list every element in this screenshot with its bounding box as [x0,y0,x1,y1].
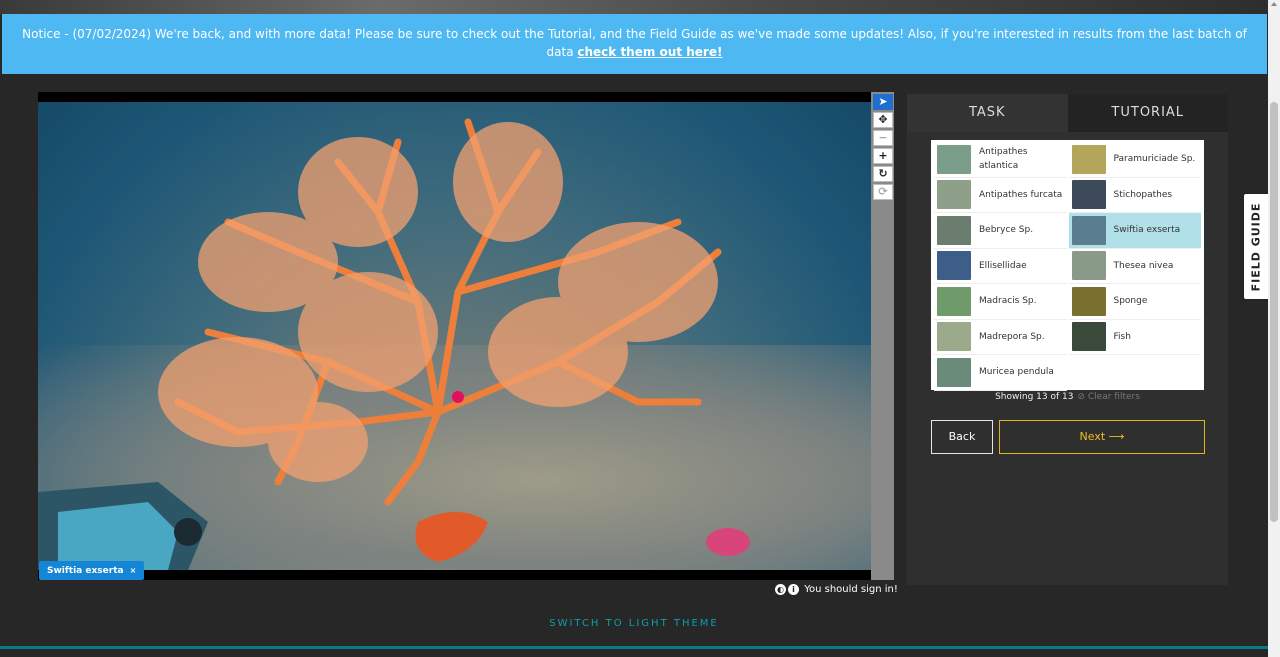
annotation-tag[interactable]: Swiftia exserta × [39,561,145,580]
field-guide-label: FIELD GUIDE [1249,202,1263,291]
tab-tutorial[interactable]: TUTORIAL [1067,94,1228,132]
close-icon[interactable]: × [130,566,137,575]
theme-contrast-icon[interactable]: ◐ [775,583,786,595]
choice-item[interactable]: Paramuriciade Sp. [1068,142,1201,178]
task-panel: TASK TUTORIAL Antipathes atlantica Paramu… [907,94,1228,585]
choice-thumbnail [937,357,971,387]
choice-thumbnail [1071,144,1106,174]
coral-illustration [38,118,750,570]
next-button[interactable]: Next ⟶ [999,420,1205,454]
info-icon[interactable]: i [788,583,799,595]
rotate-icon[interactable]: ↻ [873,166,893,182]
pan-icon[interactable]: ✥ [873,112,893,128]
choice-label: Paramuriciade Sp. [1113,154,1196,165]
species-choices: Antipathes atlantica Paramuriciade Sp. Ant… [931,140,1204,391]
choice-item[interactable]: Madracis Sp. [934,284,1067,320]
choice-thumbnail [937,144,971,174]
showing-text: Showing 13 of 13 [995,392,1074,402]
choice-label: Ellisellidae [979,260,1027,271]
choice-item[interactable]: Antipathes furcata [934,178,1067,213]
theme-switch-button[interactable]: SWITCH TO LIGHT THEME [0,618,1268,629]
scroll-up-icon[interactable] [1271,2,1277,6]
clear-filters-button[interactable]: ⊘ Clear filters [1077,392,1139,402]
notice-banner: Notice - (07/02/2024) We're back, and wi… [2,14,1267,74]
choice-item[interactable]: Bebryce Sp. [934,213,1067,249]
subject-image [38,102,871,570]
tab-task[interactable]: TASK [907,94,1068,132]
choice-thumbnail [1071,322,1106,352]
panel-tabs: TASK TUTORIAL [907,94,1228,132]
field-guide-tab[interactable]: FIELD GUIDE [1244,194,1268,299]
choice-label: Sponge [1113,296,1148,307]
choice-label: Swiftia exserta [1113,225,1181,236]
choice-thumbnail [1071,286,1106,316]
pointer-icon[interactable]: ➤ [873,94,893,110]
choice-item[interactable]: Ellisellidae [934,249,1067,284]
scrollbar-thumb[interactable] [1270,102,1278,522]
choice-label: Muricea pendula [979,367,1054,378]
choice-label: Madrepora Sp. [979,331,1045,342]
footer-divider [0,646,1268,649]
back-button[interactable]: Back [931,420,993,454]
annotation-tag-label: Swiftia exserta [47,566,124,576]
signin-notice: ◐ i You should sign in! [775,583,900,597]
choice-thumbnail [937,251,971,281]
page-header-strip [0,0,1268,14]
choice-item[interactable]: Sponge [1068,284,1201,320]
choice-thumbnail [1071,215,1106,245]
choice-label: Stichopathes [1113,189,1173,200]
page-scrollbar[interactable] [1268,0,1280,657]
choice-item[interactable]: Antipathes atlantica [934,142,1067,178]
choice-thumbnail [1071,251,1106,281]
choice-item[interactable]: Muricea pendula [934,355,1067,391]
zoom-in-icon[interactable]: + [873,148,893,164]
choice-label: Madracis Sp. [979,296,1037,307]
choice-label: Fish [1113,331,1131,342]
signin-text: You should sign in! [804,584,898,595]
choices-grid: Antipathes atlantica Paramuriciade Sp. Ant… [934,142,1201,391]
choice-item[interactable]: Swiftia exserta [1068,213,1201,249]
reset-icon[interactable]: ⟳ [873,184,893,200]
choice-label: Antipathes furcata [979,189,1063,200]
choice-thumbnail [937,322,971,352]
choice-thumbnail [1071,180,1106,210]
viewer-toolbar: ➤ ✥ − + ↻ ⟳ [871,92,894,580]
showing-count: Showing 13 of 13 ⊘ Clear filters [931,391,1204,403]
choice-item[interactable]: Madrepora Sp. [934,320,1067,355]
choice-thumbnail [937,215,971,245]
choice-item[interactable]: Stichopathes [1068,178,1201,213]
choice-item[interactable]: Fish [1068,320,1201,355]
choice-thumbnail [937,286,971,316]
choice-label: Bebryce Sp. [979,225,1034,236]
choice-label: Thesea nivea [1113,260,1174,271]
zoom-out-icon[interactable]: − [873,130,893,146]
choice-label: Antipathes atlantica [979,147,1028,172]
choice-item[interactable]: Thesea nivea [1068,249,1201,284]
notice-link[interactable]: check them out here! [577,45,722,59]
subject-viewer[interactable] [38,92,871,580]
choice-thumbnail [937,180,971,210]
